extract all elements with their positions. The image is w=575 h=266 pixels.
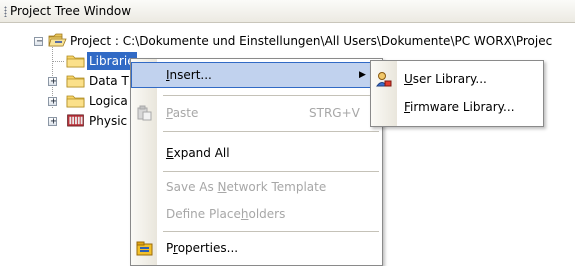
menu-item-firmware-library[interactable]: Firmware Library... [371,94,543,120]
tree-item-logical[interactable]: + Logica [0,92,140,110]
mnemonic: P [166,106,173,120]
menu-item-label: xpand All [173,146,230,160]
tree-item-label[interactable]: Data T [89,72,129,90]
title-bar: Project Tree Window [0,0,575,23]
mnemonic: N [217,180,227,194]
menu-item-properties[interactable]: Properties... [131,235,382,261]
menu-separator [163,171,379,172]
tree-node-project[interactable]: − Project : C:\Dokumente und Einstellung… [0,32,575,50]
mnemonic: h [240,207,249,221]
tree-item-libraries[interactable]: Librarie [0,52,140,70]
menu-item-user-library[interactable]: User Library... [371,66,543,92]
tree-item-physical[interactable]: + Physic [0,112,140,130]
shortcut-label: STRG+V [309,106,360,120]
folder-icon [66,95,85,108]
open-folder-icon [48,33,67,47]
mnemonic: U [404,72,413,86]
menu-separator [163,231,379,232]
menu-item-label-prefix: Save As [166,180,218,194]
menu-item-label: nsert... [169,68,212,82]
menu-separator [163,131,379,132]
user-library-icon [376,72,392,87]
menu-item-define-placeholders[interactable]: Define Placeholders [131,201,382,227]
menu-item-label-prefix: Define Place [166,207,241,221]
menu-item-label: operties... [177,241,239,255]
menu-item-label: aste [172,106,199,120]
menu-item-expand-all[interactable]: Expand All [131,140,382,166]
menu-item-save-as-network-template[interactable]: Save As Network Template [131,174,382,200]
grip-icon[interactable] [4,6,7,17]
folder-icon [66,55,85,68]
properties-icon [136,241,153,256]
tree-root-label[interactable]: Project : C:\Dokumente und Einstellungen… [70,32,552,50]
collapse-button[interactable]: − [34,36,43,47]
tree-item-data-types[interactable]: + Data T [0,72,140,90]
menu-item-label: etwork Template [226,180,327,194]
paste-icon [137,105,152,121]
tree-item-label[interactable]: Logica [89,92,128,110]
expand-button[interactable]: + [48,76,57,87]
expand-button[interactable]: + [48,96,57,107]
expand-button[interactable]: + [48,116,57,127]
menu-item-label-prefix: P [166,241,174,255]
menu-item-label: olders [248,207,286,221]
insert-submenu: User Library... Firmware Library... [370,60,544,127]
window-title: Project Tree Window [10,4,132,18]
mnemonic: E [166,146,174,160]
hardware-icon [67,114,84,127]
tree-item-label[interactable]: Physic [89,112,127,130]
submenu-arrow-icon: ▶ [359,70,366,80]
menu-item-label: irmware Library... [410,100,515,114]
menu-item-paste[interactable]: Paste STRG+V [131,100,382,126]
menu-item-label: ser Library... [412,72,487,86]
menu-separator [163,95,379,96]
folder-icon [66,75,85,88]
menu-item-insert[interactable]: Insert... ▶ [131,62,382,88]
context-menu: Insert... ▶ Paste STRG+V Expand All Save… [130,58,383,266]
